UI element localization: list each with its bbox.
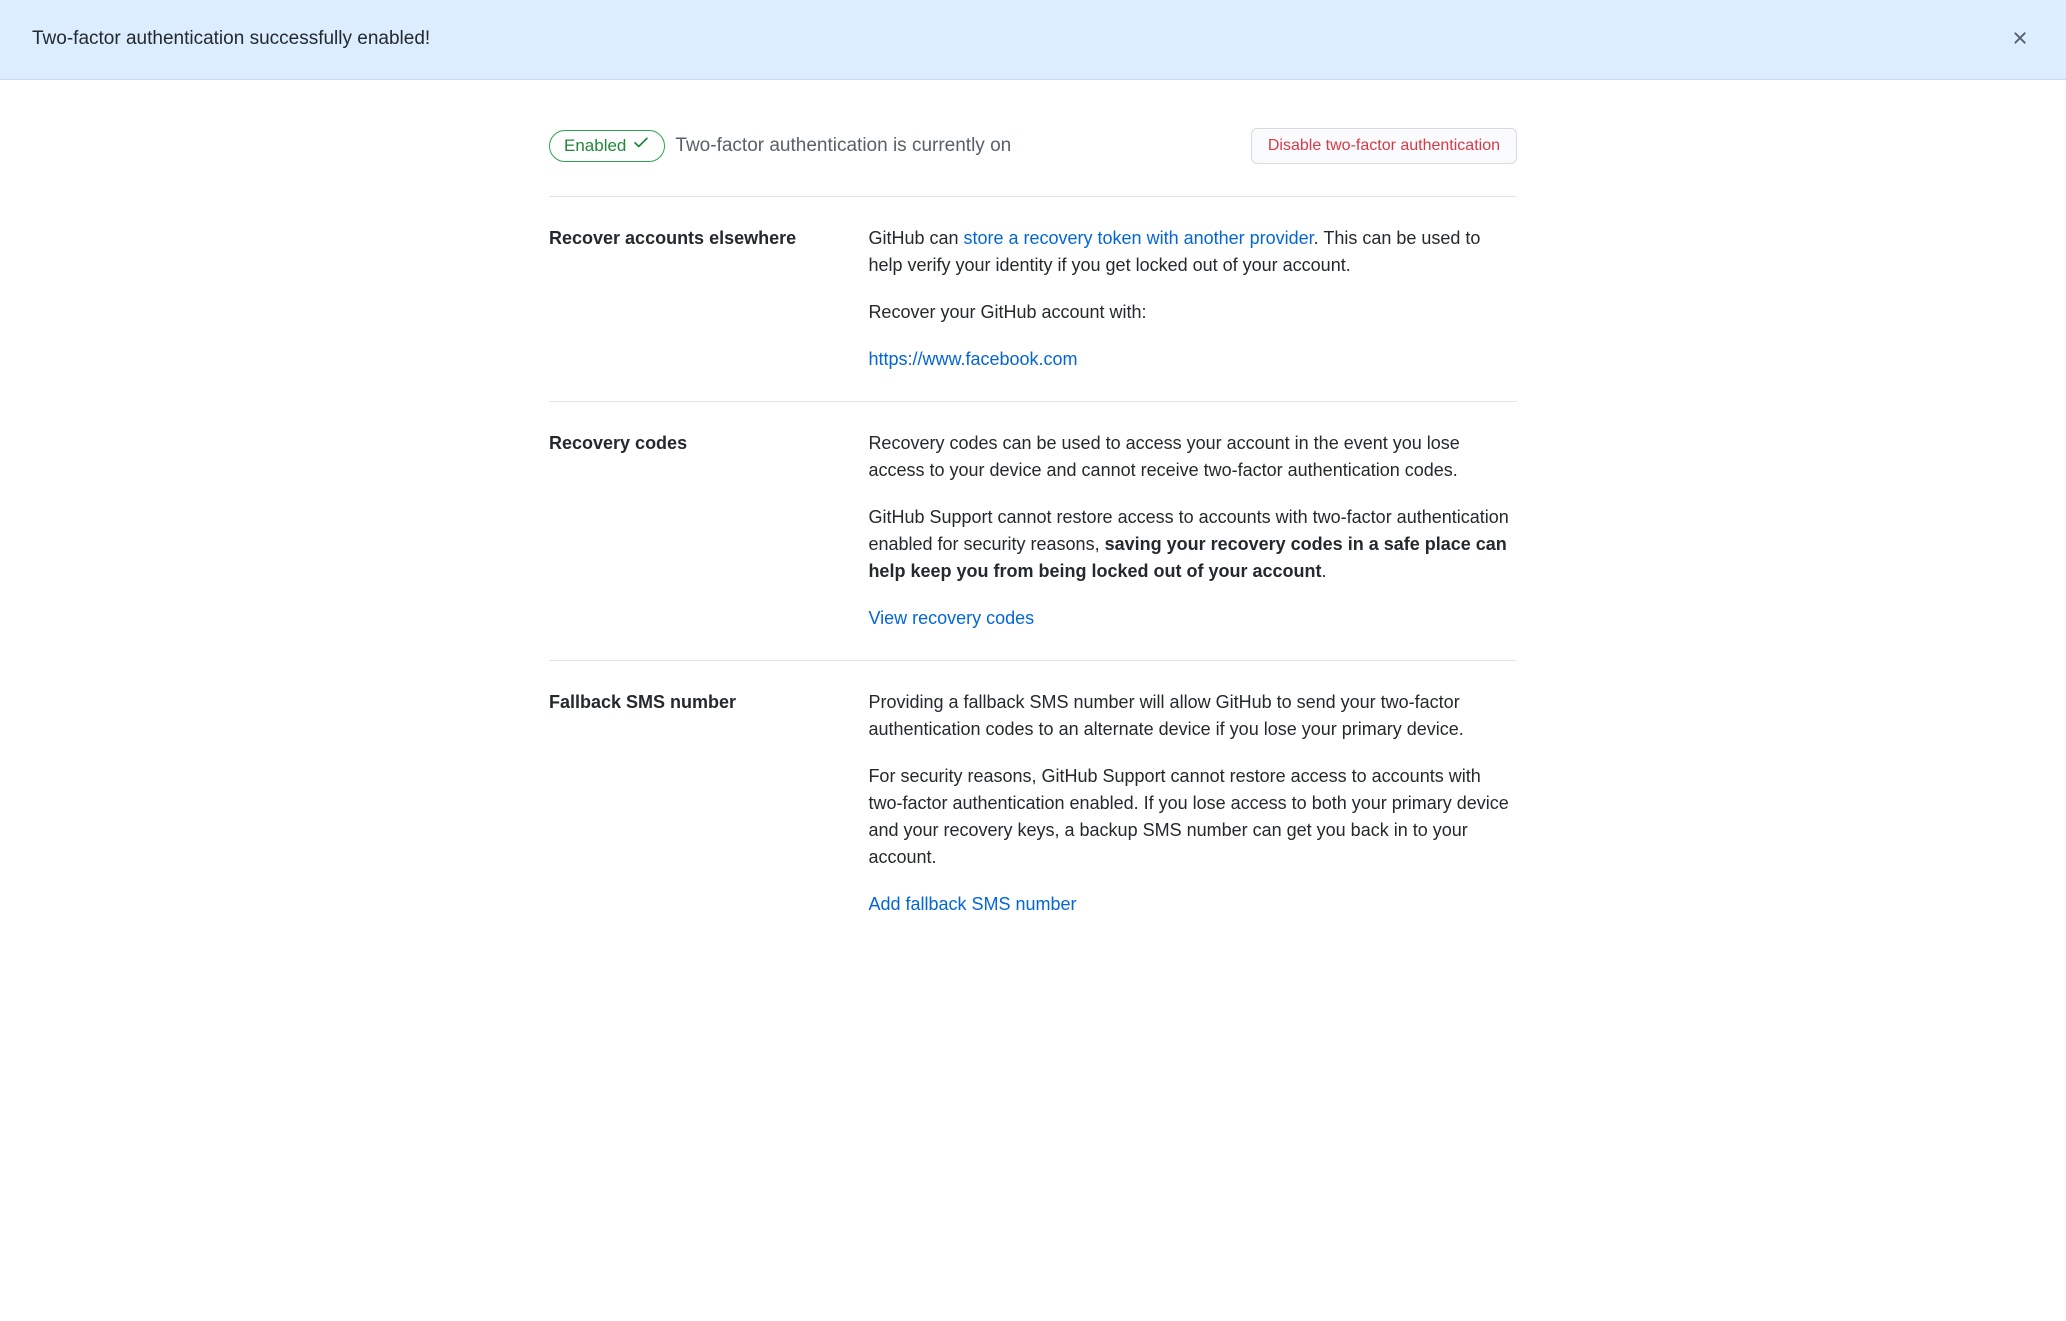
recover-elsewhere-description: GitHub can store a recovery token with a… bbox=[868, 225, 1517, 279]
fallback-sms-p2: For security reasons, GitHub Support can… bbox=[868, 763, 1517, 871]
recovery-provider-link[interactable]: https://www.facebook.com bbox=[868, 349, 1077, 369]
section-body: Recovery codes can be used to access you… bbox=[868, 430, 1517, 632]
store-recovery-token-link[interactable]: store a recovery token with another prov… bbox=[963, 228, 1313, 248]
banner-close-button[interactable] bbox=[2006, 24, 2034, 55]
recovery-codes-section: Recovery codes Recovery codes can be use… bbox=[549, 402, 1517, 661]
section-body: GitHub can store a recovery token with a… bbox=[868, 225, 1517, 373]
recover-elsewhere-section: Recover accounts elsewhere GitHub can st… bbox=[549, 197, 1517, 402]
fallback-sms-p1: Providing a fallback SMS number will all… bbox=[868, 689, 1517, 743]
section-heading: Fallback SMS number bbox=[549, 689, 868, 918]
success-banner: Two-factor authentication successfully e… bbox=[0, 0, 2066, 80]
text-fragment: . bbox=[1322, 561, 1327, 581]
enabled-badge-label: Enabled bbox=[564, 133, 626, 159]
status-header: Enabled Two-factor authentication is cur… bbox=[549, 128, 1517, 197]
disable-2fa-button[interactable]: Disable two-factor authentication bbox=[1251, 128, 1517, 164]
section-body: Providing a fallback SMS number will all… bbox=[868, 689, 1517, 918]
section-heading: Recover accounts elsewhere bbox=[549, 225, 868, 373]
recover-with-label: Recover your GitHub account with: bbox=[868, 299, 1517, 326]
recovery-codes-p2: GitHub Support cannot restore access to … bbox=[868, 504, 1517, 585]
text-fragment: GitHub can bbox=[868, 228, 963, 248]
view-recovery-codes-link[interactable]: View recovery codes bbox=[868, 608, 1034, 628]
add-fallback-sms-link[interactable]: Add fallback SMS number bbox=[868, 894, 1076, 914]
recovery-codes-p1: Recovery codes can be used to access you… bbox=[868, 430, 1517, 484]
settings-container: Enabled Two-factor authentication is cur… bbox=[533, 80, 1533, 978]
status-text: Two-factor authentication is currently o… bbox=[675, 132, 1011, 161]
check-icon bbox=[632, 133, 650, 159]
status-left: Enabled Two-factor authentication is cur… bbox=[549, 130, 1011, 162]
close-icon bbox=[2010, 28, 2030, 51]
enabled-badge: Enabled bbox=[549, 130, 665, 162]
section-heading: Recovery codes bbox=[549, 430, 868, 632]
fallback-sms-section: Fallback SMS number Providing a fallback… bbox=[549, 661, 1517, 946]
banner-text: Two-factor authentication successfully e… bbox=[32, 25, 430, 54]
